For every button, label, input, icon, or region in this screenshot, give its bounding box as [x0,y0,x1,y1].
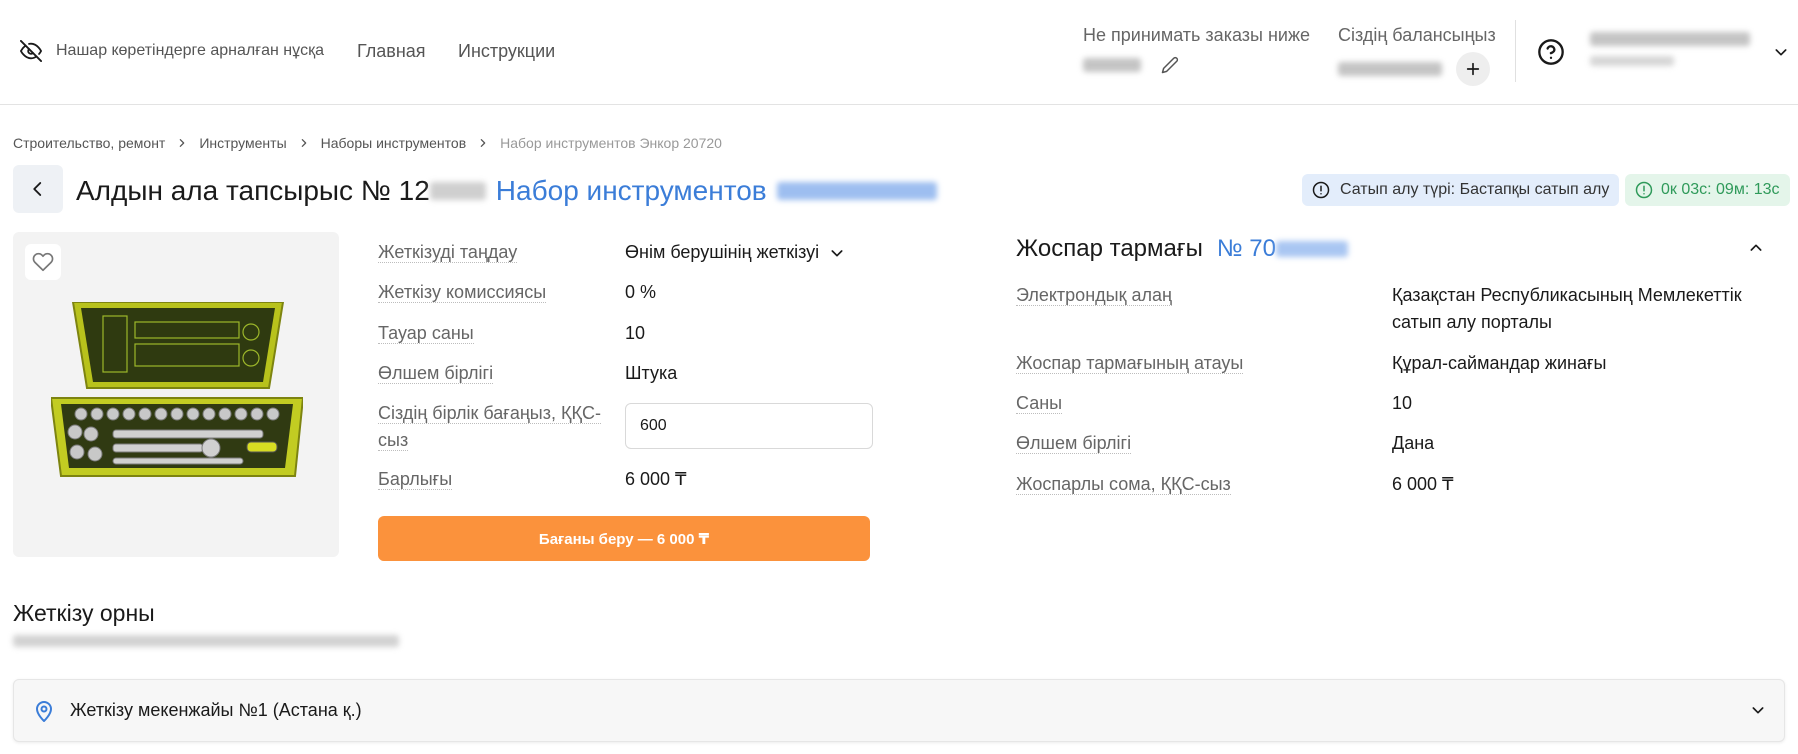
preorder-number-label: Алдын ала тапсырыс № 12 [76,175,430,206]
plan-row-quantity: Саны 10 [1016,390,1792,417]
detail-value: 6 000 ₸ [625,469,687,489]
product-model-redacted [776,182,937,200]
detail-label: Сіздің бірлік бағаңыз, ҚҚС-сыз [378,403,601,451]
unit-price-input[interactable] [625,403,873,449]
plan-row-sum: Жоспарлы сома, ҚҚС-сыз 6 000 ₸ [1016,471,1792,498]
detail-row-unit-price: Сіздің бірлік бағаңыз, ҚҚС-сыз [378,400,873,454]
detail-value: Штука [625,363,678,383]
detail-row-commission: Жеткізу комиссиясы 0 % [378,279,656,306]
detail-label: Жеткізуді таңдау [378,242,518,263]
detail-row-quantity: Тауар саны 10 [378,320,645,347]
product-name-link[interactable]: Набор инструментов [496,175,767,207]
submit-price-button[interactable]: Бағаны беру — 6 000 ₸ [378,516,870,561]
detail-row-unit: Өлшем бірлігі Штука [378,360,677,387]
purchase-type-text: Сатып алу түрі: Бастапқы сатып алу [1340,181,1610,198]
help-circle-icon [1538,39,1564,65]
breadcrumb-item[interactable]: Наборы инструментов [321,135,467,151]
page-title: Алдын ала тапсырыс № 12 Набор инструмент… [76,175,937,207]
plan-row-unit: Өлшем бірлігі Дана [1016,430,1792,457]
chevron-left-icon [33,182,42,196]
delivery-choice-dropdown[interactable]: Өнім берушінің жеткізуі [625,239,845,266]
min-order-value-redacted [1083,58,1141,72]
plan-row-platform: Электрондық алаң Қазақстан Республикасын… [1016,282,1792,336]
user-name-redacted [1590,32,1750,46]
detail-row-total: Барлығы 6 000 ₸ [378,466,687,493]
detail-label: Өлшем бірлігі [378,363,494,384]
plan-item-title: Жоспар тармағы № 70 [1016,235,1348,263]
plan-collapse-button[interactable] [1748,240,1764,261]
detail-label: Барлығы [378,469,453,490]
breadcrumb: Строительство, ремонт Инструменты Наборы… [13,135,722,151]
plan-label: Жоспар тармағының атауы [1016,353,1244,374]
breadcrumb-item[interactable]: Строительство, ремонт [13,135,165,151]
plan-number-link[interactable]: № 70 [1217,235,1276,263]
plus-icon [1466,62,1480,76]
chevron-right-icon [478,138,488,148]
plan-value: Құрал-саймандар жинағы [1392,353,1607,373]
plan-row-name: Жоспар тармағының атауы Құрал-саймандар … [1016,350,1792,377]
user-org-redacted [1590,56,1674,66]
plan-label: Жоспарлы сома, ҚҚС-сыз [1016,474,1231,495]
breadcrumb-item[interactable]: Инструменты [199,135,286,151]
timer-text: 0к 03с: 09м: 13с [1661,181,1780,198]
nav-home-link[interactable]: Главная [357,41,426,62]
delivery-address-accordion[interactable]: Жеткізу мекенжайы №1 (Астана қ.) [13,679,1785,742]
back-button[interactable] [13,165,63,213]
plan-value: 6 000 ₸ [1392,474,1454,494]
detail-row-delivery-choice: Жеткізуді таңдау Өнім берушінің жеткізуі [378,239,845,266]
plan-label: Саны [1016,393,1063,414]
plan-value: Қазақстан Республикасының Мемлекеттік са… [1392,285,1742,332]
header-divider [1515,20,1516,82]
favorite-button[interactable] [25,244,61,280]
plan-value: 10 [1392,393,1413,413]
chevron-up-icon [1750,244,1762,251]
heart-icon [32,252,54,272]
top-up-button[interactable] [1456,52,1490,86]
delivery-address-label: Жеткізу мекенжайы №1 (Астана қ.) [70,700,362,720]
chevron-right-icon [299,138,309,148]
info-circle-icon [1312,181,1330,199]
detail-value: Өнім берушінің жеткізуі [625,242,820,262]
help-button[interactable] [1537,38,1565,71]
purchase-type-badge: Сатып алу түрі: Бастапқы сатып алу [1302,174,1620,206]
eye-off-icon [20,40,42,62]
min-order-label: Не принимать заказы ниже [1083,25,1311,45]
map-pin-icon [36,700,52,722]
toolkit-image [51,302,303,477]
plan-label: Өлшем бірлігі [1016,433,1132,454]
detail-value: 10 [625,323,646,343]
balance-value-redacted [1338,62,1442,76]
min-order-block: Не принимать заказы ниже [1083,25,1310,74]
chevron-down-icon [831,249,843,256]
detail-value: 0 % [625,282,657,302]
pencil-icon[interactable] [1161,56,1179,74]
info-circle-icon [1635,181,1653,199]
delivery-subtitle-redacted [13,635,399,647]
preorder-number-redacted [429,182,486,200]
plan-value: Дана [1392,433,1435,453]
breadcrumb-current: Набор инструментов Энкор 20720 [500,135,722,151]
balance-label: Сіздің балансыңыз [1338,25,1496,45]
balance-block: Сіздің балансыңыз [1338,25,1496,86]
accessibility-label: Нашар көретіндерге арналған нұсқа [56,42,324,59]
timer-badge: 0к 03с: 09м: 13с [1625,174,1790,206]
user-menu[interactable] [1590,32,1787,66]
chevron-down-icon [1775,49,1787,56]
detail-label: Жеткізу комиссиясы [378,282,547,303]
plan-title-text: Жоспар тармағы [1016,235,1203,262]
plan-number-redacted [1275,241,1348,257]
plan-label: Электрондық алаң [1016,285,1172,306]
product-image-card [13,232,339,557]
top-header: Нашар көретіндерге арналған нұсқа Главна… [0,0,1798,105]
detail-label: Тауар саны [378,323,474,344]
chevron-right-icon [177,138,187,148]
chevron-down-icon [1752,707,1764,714]
delivery-section-title: Жеткізу орны [13,600,155,626]
accessibility-version-link[interactable]: Нашар көретіндерге арналған нұсқа [20,40,324,62]
nav-instructions-link[interactable]: Инструкции [458,41,555,62]
